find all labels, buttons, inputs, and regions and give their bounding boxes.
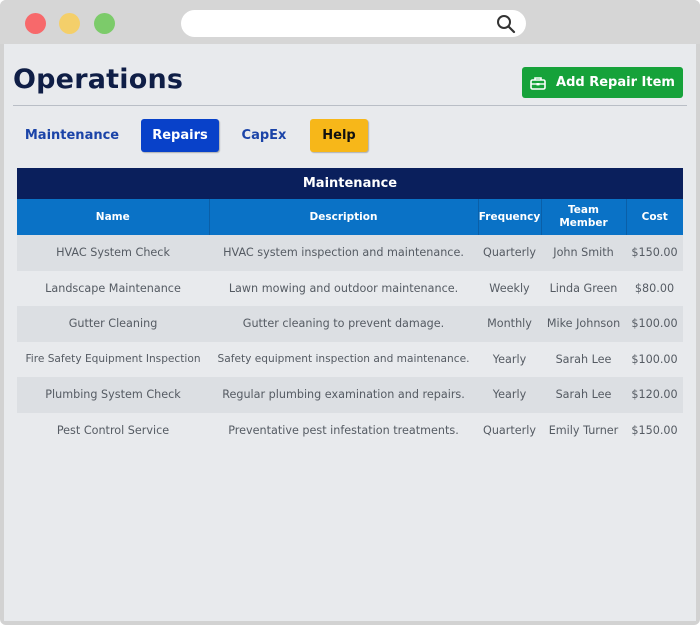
- cell-frequency: Weekly: [478, 270, 541, 306]
- close-window-button[interactable]: [25, 13, 46, 34]
- cell-name: HVAC System Check: [17, 235, 209, 271]
- cell-team-member: Linda Green: [541, 270, 626, 306]
- browser-window: Operations Add Repair Item Maintenance R…: [0, 0, 700, 625]
- column-header-cost: Cost: [626, 199, 683, 235]
- cell-cost: $80.00: [626, 270, 683, 306]
- add-repair-item-label: Add Repair Item: [556, 75, 675, 90]
- cell-name: Landscape Maintenance: [17, 270, 209, 306]
- toolbox-icon: [530, 76, 546, 90]
- table-row[interactable]: Plumbing System Check Regular plumbing e…: [17, 377, 683, 413]
- table-row[interactable]: Gutter Cleaning Gutter cleaning to preve…: [17, 306, 683, 342]
- column-header-team-member: Team Member: [541, 199, 627, 235]
- table-row[interactable]: Landscape Maintenance Lawn mowing and ou…: [17, 270, 683, 306]
- cell-description: Preventative pest infestation treatments…: [209, 412, 478, 448]
- cell-frequency: Yearly: [478, 341, 541, 377]
- header-row: Name Description Frequency Team Member C…: [17, 199, 683, 235]
- cell-description: HVAC system inspection and maintenance.: [209, 235, 478, 271]
- cell-frequency: Yearly: [478, 377, 541, 413]
- cell-cost: $150.00: [626, 412, 683, 448]
- column-header-description: Description: [209, 199, 479, 235]
- search-icon[interactable]: [496, 14, 516, 34]
- cell-name: Plumbing System Check: [17, 377, 209, 413]
- cell-team-member: Sarah Lee: [541, 377, 626, 413]
- cell-team-member: Sarah Lee: [541, 341, 626, 377]
- cell-frequency: Quarterly: [478, 235, 541, 271]
- cell-name: Pest Control Service: [17, 412, 209, 448]
- maintenance-table: Maintenance Name Description Frequency T…: [17, 168, 683, 448]
- column-header-frequency: Frequency: [478, 199, 542, 235]
- cell-cost: $100.00: [626, 341, 683, 377]
- help-button[interactable]: Help: [310, 119, 368, 152]
- address-bar[interactable]: [181, 10, 526, 37]
- cell-description: Safety equipment inspection and maintena…: [209, 341, 478, 377]
- tab-repairs[interactable]: Repairs: [141, 119, 219, 152]
- cell-team-member: Mike Johnson: [541, 306, 626, 342]
- cell-team-member: John Smith: [541, 235, 626, 271]
- page-content: Operations Add Repair Item Maintenance R…: [4, 44, 696, 621]
- header-divider: [13, 105, 687, 106]
- cell-cost: $100.00: [626, 306, 683, 342]
- cell-team-member: Emily Turner: [541, 412, 626, 448]
- maximize-window-button[interactable]: [94, 13, 115, 34]
- cell-name: Fire Safety Equipment Inspection: [17, 341, 209, 377]
- page-title: Operations: [13, 64, 184, 95]
- cell-description: Lawn mowing and outdoor maintenance.: [209, 270, 478, 306]
- tab-maintenance[interactable]: Maintenance: [17, 119, 127, 152]
- cell-name: Gutter Cleaning: [17, 306, 209, 342]
- cell-description: Regular plumbing examination and repairs…: [209, 377, 478, 413]
- table-title: Maintenance: [17, 168, 683, 199]
- cell-frequency: Monthly: [478, 306, 541, 342]
- table-row[interactable]: HVAC System Check HVAC system inspection…: [17, 235, 683, 271]
- minimize-window-button[interactable]: [59, 13, 80, 34]
- table-row[interactable]: Fire Safety Equipment Inspection Safety …: [17, 341, 683, 377]
- cell-description: Gutter cleaning to prevent damage.: [209, 306, 478, 342]
- cell-cost: $120.00: [626, 377, 683, 413]
- title-bar: [0, 0, 700, 44]
- table-row[interactable]: Pest Control Service Preventative pest i…: [17, 412, 683, 448]
- cell-cost: $150.00: [626, 235, 683, 271]
- data-table: Name Description Frequency Team Member C…: [17, 199, 683, 448]
- tab-capex[interactable]: CapEx: [231, 119, 297, 152]
- add-repair-item-button[interactable]: Add Repair Item: [522, 67, 683, 98]
- column-header-name: Name: [17, 199, 210, 235]
- cell-frequency: Quarterly: [478, 412, 541, 448]
